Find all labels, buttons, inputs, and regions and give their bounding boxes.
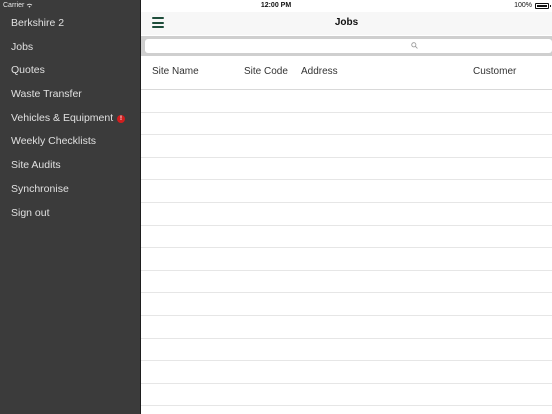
- table-row: [141, 316, 552, 339]
- sidebar-item-label: Jobs: [11, 40, 34, 53]
- navigation-bar: Jobs: [141, 12, 552, 35]
- sidebar-item-synchronise[interactable]: Synchronise: [0, 178, 140, 202]
- sidebar-item-vehicles-equipment[interactable]: Vehicles & Equipment !: [0, 107, 140, 131]
- sidebar-item-quotes[interactable]: Quotes: [0, 59, 140, 83]
- table-row: [141, 135, 552, 158]
- sidebar-item-label: Vehicles & Equipment: [11, 111, 114, 124]
- table-row: [141, 361, 552, 384]
- sidebar-item-waste-transfer[interactable]: Waste Transfer: [0, 83, 140, 107]
- page-title: Jobs: [334, 17, 359, 28]
- alert-badge: !: [117, 114, 125, 123]
- sidebar: Berkshire 2 Jobs Quotes Waste Transfer V…: [0, 0, 140, 414]
- sidebar-item-label: Berkshire 2: [11, 17, 65, 29]
- jobs-table-body: [141, 90, 552, 407]
- sidebar-item-label: Waste Transfer: [11, 88, 82, 101]
- status-time: 12:00 PM: [260, 2, 292, 9]
- table-row: [141, 90, 552, 113]
- sidebar-item-jobs[interactable]: Jobs: [0, 36, 140, 60]
- table-row: [141, 180, 552, 203]
- column-header-customer[interactable]: Customer: [473, 66, 516, 77]
- sidebar-item-label: Weekly Checklists: [11, 135, 96, 148]
- sidebar-item-weekly-checklists[interactable]: Weekly Checklists: [0, 130, 140, 154]
- battery-percent: 100%: [514, 2, 532, 9]
- table-row: [141, 113, 552, 136]
- sidebar-item-label: Quotes: [11, 64, 45, 77]
- sidebar-item-label: Site Audits: [11, 159, 61, 172]
- table-header: Site Name Site Code Address Customer: [141, 57, 552, 90]
- sidebar-item-sign-out[interactable]: Sign out: [0, 202, 140, 226]
- sidebar-item-label: Synchronise: [11, 182, 69, 195]
- search-bar: [141, 36, 552, 56]
- column-header-site-code[interactable]: Site Code: [244, 66, 288, 77]
- table-row: [141, 384, 552, 407]
- table-row: [141, 293, 552, 316]
- main-panel: Jobs Site Name Site Code Address Custome…: [140, 0, 552, 414]
- search-icon: [411, 42, 418, 49]
- search-input[interactable]: [145, 39, 552, 53]
- table-row: [141, 339, 552, 362]
- sidebar-item-site-audits[interactable]: Site Audits: [0, 154, 140, 178]
- sidebar-item-label: Sign out: [11, 206, 50, 219]
- battery-icon: [535, 2, 551, 9]
- status-bar: Carrier 12:00 PM 100%: [0, 0, 552, 12]
- column-header-address[interactable]: Address: [301, 66, 338, 77]
- sidebar-item-berkshire-2[interactable]: Berkshire 2: [0, 12, 140, 36]
- table-row: [141, 248, 552, 271]
- battery-indicator: 100%: [514, 2, 551, 9]
- column-header-site-name[interactable]: Site Name: [152, 66, 199, 77]
- table-row: [141, 226, 552, 249]
- table-row: [141, 203, 552, 226]
- table-row: [141, 271, 552, 294]
- table-row: [141, 158, 552, 181]
